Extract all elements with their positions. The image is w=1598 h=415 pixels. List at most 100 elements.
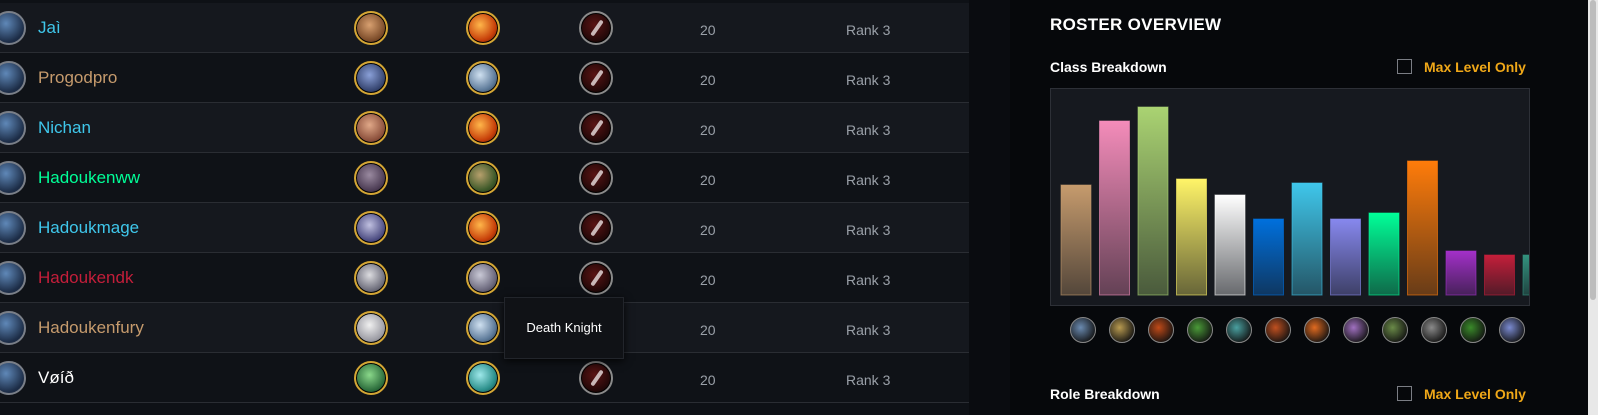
member-name[interactable]: Vøíð <box>38 368 74 388</box>
warrior-icon[interactable] <box>1070 317 1096 343</box>
human-male-icon <box>354 11 388 45</box>
member-level: 20 <box>700 22 716 38</box>
spec-icon <box>579 111 613 145</box>
bar-evoker[interactable] <box>1522 254 1529 296</box>
class-breakdown-label: Class Breakdown <box>1050 59 1167 75</box>
bar-death-knight[interactable] <box>1484 254 1515 296</box>
bar-rogue[interactable] <box>1176 178 1207 296</box>
member-level: 20 <box>700 372 716 388</box>
roster-table: Jaì 20 Rank 3 Progodpro 20 Rank 3 Nichan 20 Rank… <box>0 0 969 415</box>
bar-warlock[interactable] <box>1330 218 1361 296</box>
roster-row[interactable]: Hadoukendk 20 Rank 3 <box>0 253 969 303</box>
roster-row[interactable]: Hadoukmage 20 Rank 3 <box>0 203 969 253</box>
bar-druid[interactable] <box>1407 160 1438 296</box>
member-level: 20 <box>700 322 716 338</box>
avatar[interactable] <box>0 211 26 245</box>
tooltip-text: Death Knight <box>526 320 602 335</box>
avatar[interactable] <box>0 61 26 95</box>
member-name[interactable]: Hadoukendk <box>38 268 133 288</box>
paladin-icon[interactable] <box>1109 317 1135 343</box>
bar-demon-hunter[interactable] <box>1445 250 1477 296</box>
member-rank: Rank 3 <box>846 22 891 38</box>
member-name[interactable]: Jaì <box>38 18 61 38</box>
role-max-level-label[interactable]: Max Level Only <box>1424 386 1526 402</box>
member-level: 20 <box>700 172 716 188</box>
avatar[interactable] <box>0 11 26 45</box>
death-knight-icon[interactable] <box>466 261 500 295</box>
member-name[interactable]: Nichan <box>38 118 91 138</box>
warrior-icon[interactable] <box>466 61 500 95</box>
class-tooltip: Death Knight <box>504 297 624 359</box>
mage-icon[interactable] <box>466 111 500 145</box>
spec-icon <box>579 161 613 195</box>
bar-shaman[interactable] <box>1253 218 1284 296</box>
spec-icon <box>579 211 613 245</box>
member-rank: Rank 3 <box>846 222 891 238</box>
roster-row[interactable]: Hadoukenfury 20 Rank 3 <box>0 303 969 353</box>
roster-row[interactable]: Nichan 20 Rank 3 <box>0 103 969 153</box>
night-elf-male-icon <box>354 211 388 245</box>
evoker-icon[interactable] <box>466 361 500 395</box>
demon-hunter-icon[interactable] <box>1499 317 1525 343</box>
spec-icon <box>579 261 613 295</box>
role-breakdown-label: Role Breakdown <box>1050 386 1160 402</box>
death-knight-icon[interactable] <box>1460 317 1486 343</box>
spec-icon <box>579 11 613 45</box>
bar-warrior[interactable] <box>1060 184 1092 296</box>
member-name[interactable]: Progodpro <box>38 68 117 88</box>
member-name[interactable]: Hadoukenfury <box>38 318 144 338</box>
mage-icon[interactable] <box>466 11 500 45</box>
spec-icon <box>579 361 613 395</box>
roster-row[interactable]: Progodpro 20 Rank 3 <box>0 53 969 103</box>
bar-paladin[interactable] <box>1099 120 1130 296</box>
member-rank: Rank 3 <box>846 322 891 338</box>
rogue-icon[interactable] <box>1187 317 1213 343</box>
member-rank: Rank 3 <box>846 372 891 388</box>
class-max-level-label[interactable]: Max Level Only <box>1424 59 1526 75</box>
roster-row[interactable]: Hadoukenww 20 Rank 3 <box>0 153 969 203</box>
avatar[interactable] <box>0 111 26 145</box>
night-elf-female-icon <box>354 361 388 395</box>
class-breakdown-chart <box>1050 88 1530 306</box>
bar-hunter[interactable] <box>1137 106 1169 296</box>
scrollbar-thumb[interactable] <box>1590 0 1596 300</box>
orc-male-icon <box>354 161 388 195</box>
roster-row[interactable]: Jaì 20 Rank 3 <box>0 3 969 53</box>
human-female-icon <box>354 111 388 145</box>
avatar[interactable] <box>0 311 26 345</box>
member-name[interactable]: Hadoukmage <box>38 218 139 238</box>
mage-icon[interactable] <box>466 211 500 245</box>
monk-icon[interactable] <box>1421 317 1447 343</box>
member-rank: Rank 3 <box>846 72 891 88</box>
druid-icon[interactable] <box>1382 317 1408 343</box>
undead-male-icon <box>354 261 388 295</box>
hunter-icon[interactable] <box>1148 317 1174 343</box>
member-level: 20 <box>700 222 716 238</box>
panel-title: ROSTER OVERVIEW <box>1050 15 1222 34</box>
class-max-level-checkbox[interactable] <box>1397 59 1412 74</box>
spec-icon <box>579 61 613 95</box>
bar-monk[interactable] <box>1368 212 1400 296</box>
role-max-level-checkbox[interactable] <box>1397 386 1412 401</box>
panel-gap <box>969 0 1010 415</box>
warlock-icon[interactable] <box>1343 317 1369 343</box>
draenei-male-icon <box>354 61 388 95</box>
member-level: 20 <box>700 72 716 88</box>
priest-icon[interactable] <box>1226 317 1252 343</box>
warrior-icon[interactable] <box>466 311 500 345</box>
avatar[interactable] <box>0 161 26 195</box>
mage-icon[interactable] <box>1304 317 1330 343</box>
member-name[interactable]: Hadoukenww <box>38 168 140 188</box>
bar-mage[interactable] <box>1291 182 1323 296</box>
member-level: 20 <box>700 272 716 288</box>
avatar[interactable] <box>0 361 26 395</box>
monk-icon[interactable] <box>466 161 500 195</box>
class-breakdown-svg <box>1060 106 1529 296</box>
avatar[interactable] <box>0 261 26 295</box>
blood-elf-male-icon <box>354 311 388 345</box>
roster-row[interactable]: Vøíð 20 Rank 3 <box>0 353 969 403</box>
shaman-icon[interactable] <box>1265 317 1291 343</box>
bar-priest[interactable] <box>1214 194 1246 296</box>
member-level: 20 <box>700 122 716 138</box>
member-rank: Rank 3 <box>846 122 891 138</box>
